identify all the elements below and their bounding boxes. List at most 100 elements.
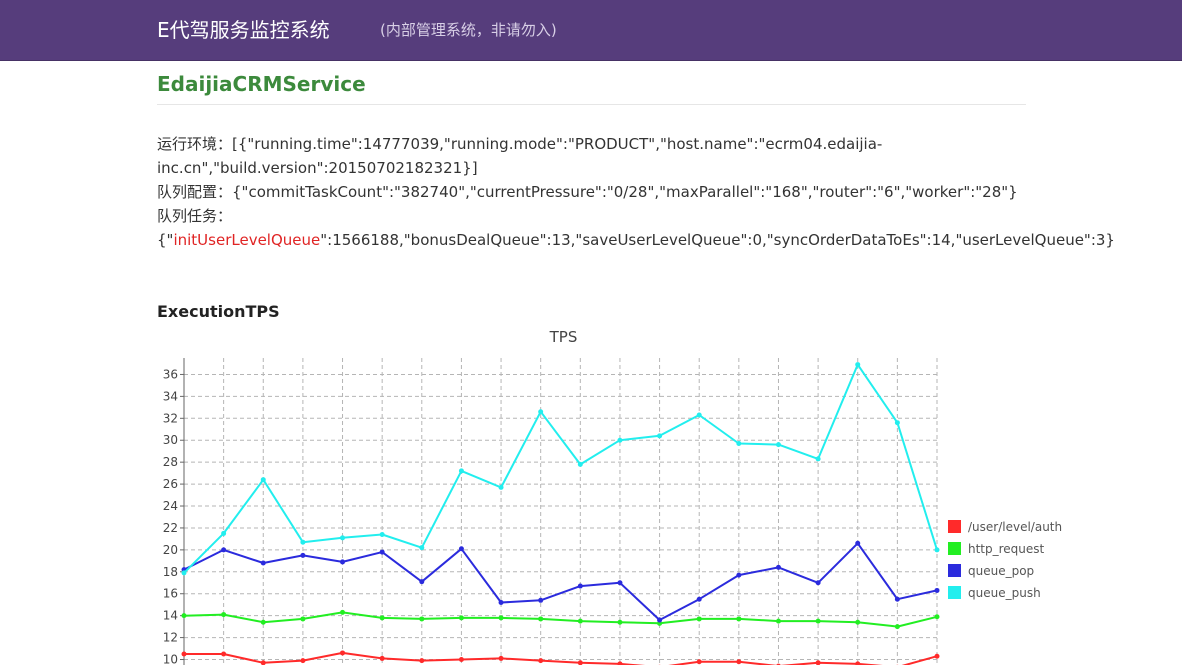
y-tick-label: 26 [163, 477, 178, 491]
data-point [578, 584, 583, 589]
series-line-http-request [184, 612, 937, 626]
queue-tasks-label: 队列任务： [157, 204, 1137, 228]
queue-tasks-highlight: initUserLevelQueue [173, 231, 320, 249]
data-point [697, 659, 702, 664]
queue-tasks-value: {"initUserLevelQueue":1566188,"bonusDeal… [157, 228, 1137, 252]
data-point [855, 541, 860, 546]
data-point [300, 540, 305, 545]
y-tick-label: 34 [163, 389, 178, 403]
data-point [221, 531, 226, 536]
data-point [617, 438, 622, 443]
data-point [736, 659, 741, 664]
queue-tasks-prefix: {" [157, 231, 173, 249]
data-point [578, 462, 583, 467]
legend-label: queue_push [968, 586, 1041, 600]
data-point [895, 624, 900, 629]
data-point [578, 619, 583, 624]
data-point [261, 477, 266, 482]
service-title: EdaijiaCRMService [157, 71, 366, 97]
data-point [935, 654, 940, 659]
data-point [855, 661, 860, 665]
data-point [221, 547, 226, 552]
legend-label: queue_pop [968, 564, 1034, 578]
data-point [340, 535, 345, 540]
data-point [499, 600, 504, 605]
data-point [459, 657, 464, 662]
tps-chart: TPS1012141618202224262830323436/user/lev… [145, 320, 1145, 665]
env-label: 运行环境： [157, 135, 232, 153]
data-point [182, 613, 187, 618]
data-point [776, 442, 781, 447]
queue-config-value: {"commitTaskCount":"382740","currentPres… [232, 183, 1018, 201]
data-point [499, 485, 504, 490]
data-point [617, 620, 622, 625]
data-point [340, 650, 345, 655]
y-tick-label: 28 [163, 455, 178, 469]
title-divider [157, 104, 1026, 105]
queue-config-line: 队列配置：{"commitTaskCount":"382740","curren… [157, 180, 1137, 204]
legend-swatch [948, 564, 961, 577]
data-point [459, 468, 464, 473]
data-point [855, 362, 860, 367]
queue-tasks-rest: ":1566188,"bonusDealQueue":13,"saveUserL… [320, 231, 1115, 249]
data-point [221, 652, 226, 657]
y-tick-label: 18 [163, 565, 178, 579]
data-point [221, 612, 226, 617]
data-point [380, 550, 385, 555]
legend-swatch [948, 520, 961, 533]
data-point [935, 588, 940, 593]
legend-swatch [948, 542, 961, 555]
y-tick-label: 22 [163, 521, 178, 535]
data-point [816, 580, 821, 585]
app-brand[interactable]: E代驾服务监控系统 [157, 17, 330, 43]
data-point [855, 620, 860, 625]
data-point [617, 661, 622, 665]
y-tick-label: 10 [163, 653, 178, 665]
series-line-queue-pop [184, 543, 937, 620]
data-point [182, 652, 187, 657]
data-point [657, 433, 662, 438]
data-point [459, 546, 464, 551]
chart-title: TPS [549, 328, 578, 346]
data-point [380, 656, 385, 661]
data-point [736, 441, 741, 446]
data-point [736, 573, 741, 578]
legend-label: /user/level/auth [968, 520, 1062, 534]
data-point [816, 456, 821, 461]
data-point [261, 660, 266, 665]
data-point [499, 615, 504, 620]
y-tick-label: 30 [163, 433, 178, 447]
data-point [816, 619, 821, 624]
data-point [697, 597, 702, 602]
data-point [459, 615, 464, 620]
data-point [816, 660, 821, 665]
app-subtitle: (内部管理系统，非请勿入) [380, 21, 557, 39]
y-tick-label: 20 [163, 543, 178, 557]
data-point [935, 614, 940, 619]
data-point [340, 559, 345, 564]
env-value: [{"running.time":14777039,"running.mode"… [157, 135, 882, 177]
data-point [419, 616, 424, 621]
data-point [261, 620, 266, 625]
series-line-queue-push [184, 365, 937, 573]
y-tick-label: 24 [163, 499, 178, 513]
data-point [538, 598, 543, 603]
legend-label: http_request [968, 542, 1045, 556]
data-point [538, 616, 543, 621]
data-point [419, 545, 424, 550]
tps-chart-container: TPS1012141618202224262830323436/user/lev… [145, 320, 1145, 669]
data-point [538, 409, 543, 414]
data-point [380, 615, 385, 620]
data-point [736, 616, 741, 621]
section-title: ExecutionTPS [157, 302, 280, 321]
y-tick-label: 32 [163, 411, 178, 425]
service-info: 运行环境：[{"running.time":14777039,"running.… [157, 132, 1137, 252]
data-point [538, 658, 543, 663]
data-point [380, 532, 385, 537]
data-point [895, 597, 900, 602]
top-navbar: E代驾服务监控系统 (内部管理系统，非请勿入) [0, 0, 1182, 61]
data-point [300, 658, 305, 663]
data-point [895, 420, 900, 425]
data-point [697, 413, 702, 418]
data-point [419, 658, 424, 663]
